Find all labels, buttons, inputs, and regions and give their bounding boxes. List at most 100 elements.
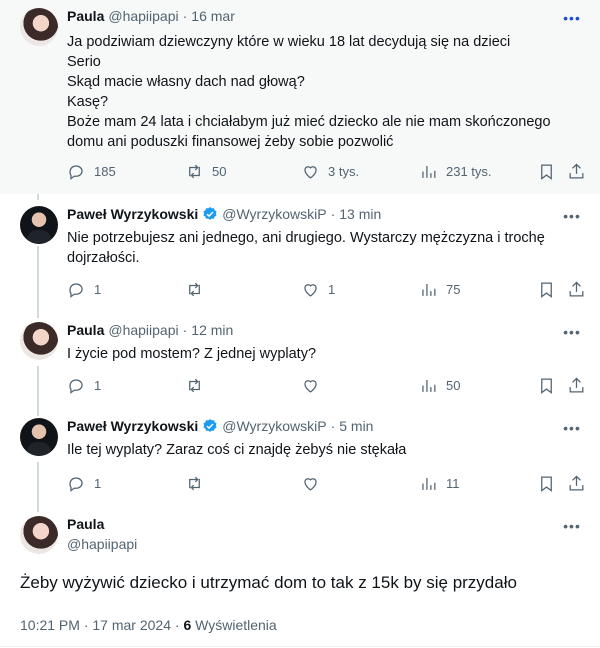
views-count: 11 (446, 476, 460, 491)
avatar[interactable] (20, 322, 58, 360)
heart-icon (304, 284, 317, 297)
tweet-text-line: Ja podziwiam dziewczyny które w wieku 18… (67, 34, 511, 50)
avatar[interactable] (20, 206, 58, 244)
more-icon[interactable]: ••• (562, 10, 582, 26)
verified-badge-icon (203, 207, 217, 220)
tweet-time[interactable]: 5 min (339, 418, 373, 434)
share-button[interactable] (567, 162, 586, 181)
reply-count: 1 (94, 476, 102, 491)
author-name[interactable]: Paweł Wyrzykowski (67, 206, 198, 222)
tweet-text: Ja podziwiam dziewczyny które w wieku 18… (67, 32, 580, 152)
reply-count: 1 (94, 378, 102, 393)
avatar[interactable] (20, 8, 58, 46)
like-button[interactable]: 1 (301, 280, 335, 299)
like-count: 3 tys. (328, 164, 360, 179)
tweet-paula-1[interactable]: Paula @hapiipapi · 16 mar ••• Ja podziwi… (0, 0, 600, 194)
bookmark-button[interactable] (537, 474, 556, 493)
reply-button[interactable]: 185 (67, 162, 116, 181)
tweet-date[interactable]: 17 mar 2024 (92, 617, 171, 633)
reply-button[interactable]: 1 (67, 376, 101, 395)
tweet-time[interactable]: 12 min (191, 322, 233, 338)
author-name[interactable]: Paula (67, 516, 104, 532)
tweet-text-line: Nie potrzebujesz ani jednego, ani drugie… (67, 230, 545, 246)
retweet-icon (189, 476, 200, 491)
like-count: 1 (328, 282, 336, 297)
author-handle[interactable]: @hapiipapi (108, 8, 178, 24)
tweet-pawel-2[interactable]: Paweł Wyrzykowski @WyrzykowskiP · 5 min … (0, 410, 600, 504)
tweet-header: Paweł Wyrzykowski @WyrzykowskiP · 5 min (67, 418, 373, 434)
share-icon (569, 377, 584, 393)
views-count: 6 (183, 617, 192, 633)
author-name[interactable]: Paweł Wyrzykowski (67, 418, 198, 434)
like-button[interactable] (301, 474, 328, 493)
views-button[interactable]: 11 (419, 474, 460, 493)
tweet-time[interactable]: 10:21 PM (20, 617, 80, 633)
retweet-button[interactable] (185, 474, 212, 493)
tweet-text: Nie potrzebujesz ani jednego, ani drugie… (67, 228, 580, 268)
retweet-button[interactable] (185, 280, 212, 299)
bookmark-button[interactable] (537, 376, 556, 395)
author-handle[interactable]: @hapiipapi (108, 322, 178, 338)
share-icon (569, 475, 584, 491)
share-button[interactable] (567, 474, 586, 493)
action-bar: 1 1 75 (67, 280, 584, 300)
author-handle[interactable]: @WyrzykowskiP (222, 206, 326, 222)
verified-badge-icon (203, 419, 217, 432)
more-icon[interactable]: ••• (562, 324, 582, 340)
reply-count: 1 (94, 282, 102, 297)
author-handle[interactable]: @hapiipapi (67, 536, 137, 552)
views-icon (422, 477, 436, 490)
tweet-pawel-1[interactable]: Paweł Wyrzykowski @WyrzykowskiP · 13 min… (0, 196, 600, 312)
avatar[interactable] (20, 516, 58, 554)
reply-icon (69, 379, 83, 394)
tweet-paula-2[interactable]: Paula @hapiipapi · 12 min ••• I życie po… (0, 314, 600, 408)
tweet-text-line: Serio (67, 54, 101, 70)
views-count: 231 tys. (446, 164, 492, 179)
reply-icon (69, 283, 83, 298)
main-tweet: Paula @hapiipapi ••• Żeby wyżywić dzieck… (0, 510, 600, 648)
share-button[interactable] (567, 376, 586, 395)
views-icon (422, 165, 436, 178)
author-name[interactable]: Paula (67, 322, 104, 338)
views-button[interactable]: 75 (419, 280, 460, 299)
avatar[interactable] (20, 418, 58, 456)
share-icon (569, 281, 584, 297)
author-handle[interactable]: @WyrzykowskiP (222, 418, 326, 434)
share-button[interactable] (567, 280, 586, 299)
action-bar: 185 50 3 tys. 231 tys. (67, 162, 584, 182)
more-icon[interactable]: ••• (562, 518, 582, 534)
tweet-text-line: Ile tej wyplaty? Zaraz coś ci znajdę żeb… (67, 442, 407, 458)
separator-dot: · (174, 617, 180, 633)
views-count: 50 (446, 378, 461, 393)
more-icon[interactable]: ••• (562, 420, 582, 436)
action-bar: 1 50 (67, 376, 584, 396)
tweet-text-line: Kasę? (67, 94, 109, 110)
like-button[interactable] (301, 376, 328, 395)
reply-icon (69, 477, 83, 492)
retweet-icon (189, 164, 200, 179)
tweet-time[interactable]: 16 mar (191, 8, 235, 24)
bookmark-button[interactable] (537, 280, 556, 299)
separator-dot: · (330, 418, 336, 434)
like-button[interactable]: 3 tys. (301, 162, 359, 181)
retweet-button[interactable]: 50 (185, 162, 226, 181)
tweet-text-line: Boże mam 24 lata i chciałabym już mieć d… (67, 114, 551, 130)
views-button[interactable]: 50 (419, 376, 460, 395)
views-label: Wyświetlenia (195, 617, 277, 633)
author-name[interactable]: Paula (67, 8, 104, 24)
tweet-time[interactable]: 13 min (339, 206, 381, 222)
more-icon[interactable]: ••• (562, 208, 582, 224)
views-count: 75 (446, 282, 461, 297)
views-button[interactable]: 231 tys. (419, 162, 492, 181)
reply-button[interactable]: 1 (67, 474, 101, 493)
bookmark-button[interactable] (537, 162, 556, 181)
views-icon (422, 283, 436, 296)
tweet-text: Żeby wyżywić dziecko i utrzymać dom to t… (20, 573, 517, 592)
bookmark-icon (541, 378, 552, 394)
separator-dot: · (330, 206, 336, 222)
bookmark-icon (541, 282, 552, 298)
heart-icon (304, 166, 317, 179)
separator-dot: · (83, 617, 89, 633)
reply-button[interactable]: 1 (67, 280, 101, 299)
retweet-button[interactable] (185, 376, 212, 395)
